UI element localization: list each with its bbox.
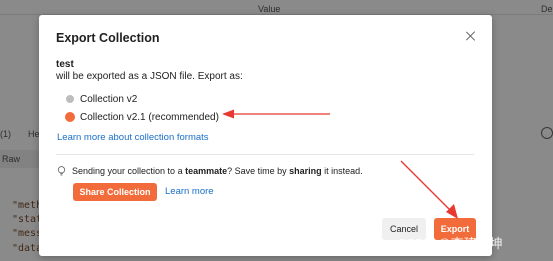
share-collection-button[interactable]: Share Collection	[73, 183, 157, 201]
radio-label: Collection v2.1 (recommended)	[80, 111, 219, 123]
learn-more-link[interactable]: Learn more	[165, 186, 214, 197]
export-collection-dialog: Export Collection test will be exported …	[39, 15, 492, 256]
close-icon[interactable]	[464, 29, 478, 43]
share-tip-text: Sending your collection to a teammate? S…	[72, 166, 363, 176]
collection-formats-link[interactable]: Learn more about collection formats	[57, 132, 209, 143]
divider	[56, 154, 474, 155]
export-description: will be exported as a JSON file. Export …	[56, 71, 243, 82]
radio-label: Collection v2	[80, 93, 138, 105]
radio-button[interactable]	[66, 95, 74, 103]
radio-button-selected[interactable]	[66, 113, 74, 121]
radio-collection-v21[interactable]: Collection v2.1 (recommended)	[66, 110, 219, 124]
lightbulb-icon	[57, 166, 66, 176]
watermark: CSDN @李建坤坤	[397, 236, 503, 251]
radio-collection-v2[interactable]: Collection v2	[66, 92, 137, 106]
collection-name: test	[56, 59, 74, 70]
dialog-title: Export Collection	[56, 31, 160, 45]
